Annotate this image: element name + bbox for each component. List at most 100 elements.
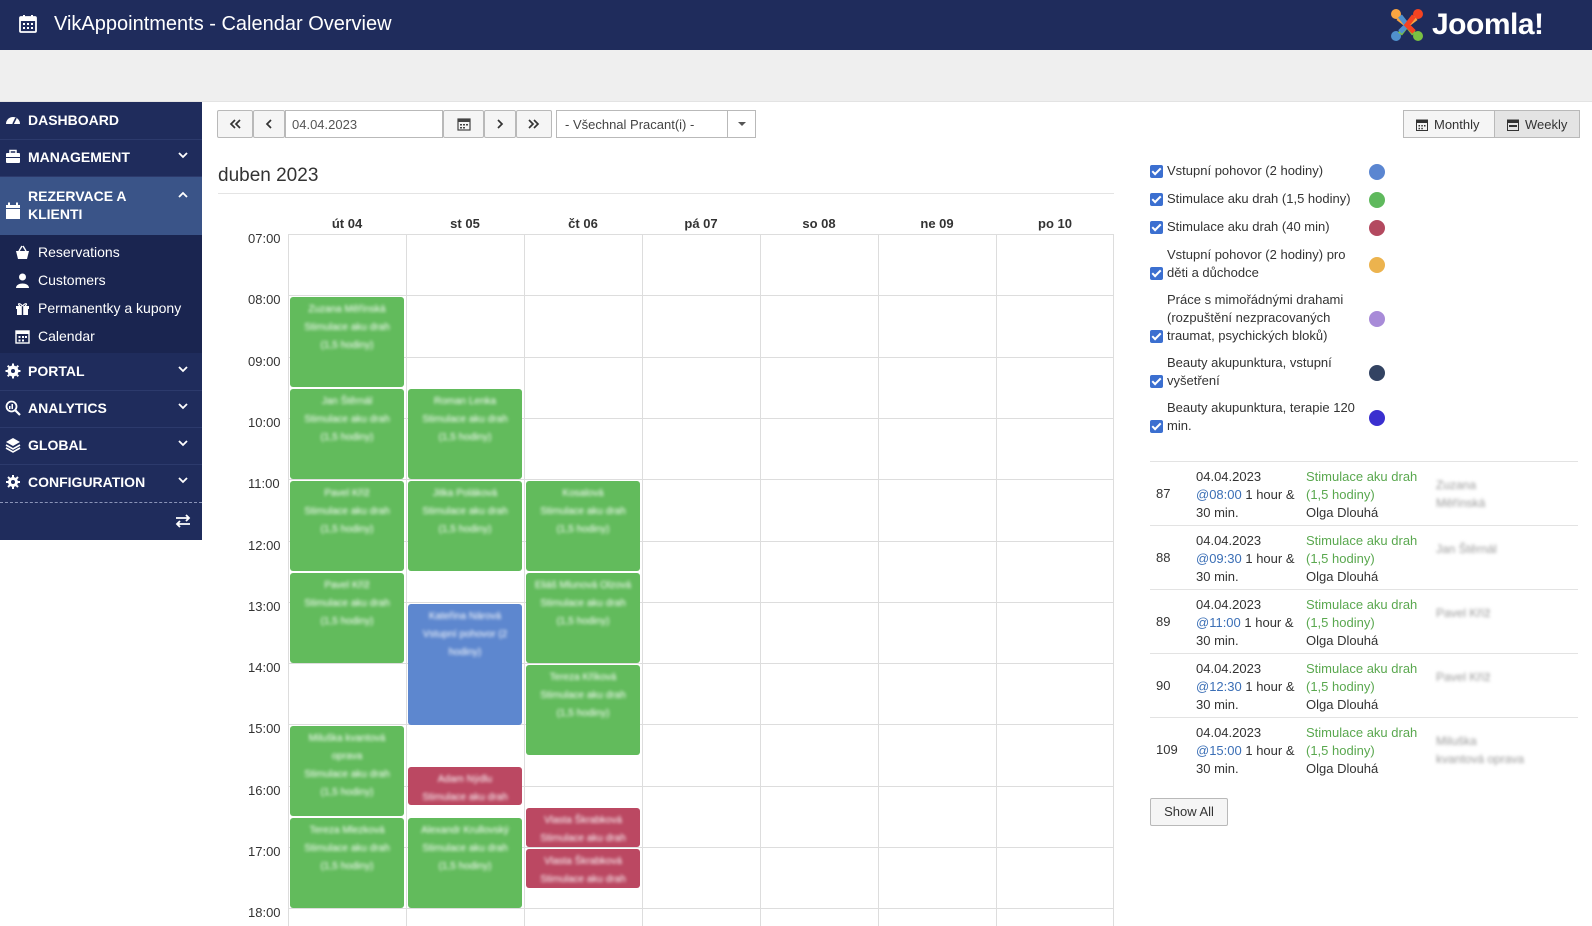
sidebar-subitem-calendar[interactable]: Calendar xyxy=(0,322,202,350)
legend-item: Stimulace aku drah (1,5 hodiny) xyxy=(1150,190,1550,208)
event-text: Zuzana Měřínská xyxy=(308,304,386,315)
event-text: Stimulace aku drah xyxy=(422,414,508,425)
calendar-icon xyxy=(6,202,20,219)
legend-color-dot xyxy=(1369,365,1385,381)
grid-hour-line xyxy=(288,234,1114,235)
appointment-service: Stimulace aku drah (1,5 hodiny) Olga Dlou… xyxy=(1306,724,1434,778)
legend-color-dot xyxy=(1369,257,1385,273)
top-header: VikAppointments - Calendar Overview Joom… xyxy=(0,0,1592,50)
appointment-id[interactable]: 88 xyxy=(1156,550,1170,565)
next-month-button[interactable] xyxy=(516,110,552,138)
sidebar-subitem-reservations[interactable]: Reservations xyxy=(0,238,202,266)
calendar-event[interactable]: Zuzana Měřínská Stimulace aku drah (1,5 ho… xyxy=(290,297,404,387)
appointment-time: @09:30 xyxy=(1196,551,1242,566)
appointment-date: 04.04.2023 xyxy=(1196,597,1262,612)
calendar-event[interactable]: Vlasta Škrabková Stimulace aku drah xyxy=(526,849,640,888)
legend-color-dot xyxy=(1369,164,1385,180)
next-week-button[interactable] xyxy=(484,110,516,138)
table-row[interactable]: 90 04.04.2023 @12:30 1 hour & 30 min. Stimu… xyxy=(1150,653,1578,718)
gift-icon xyxy=(16,303,29,315)
calendar-event[interactable]: Roman Lenka Stimulace aku drah (1,5 hodiny… xyxy=(408,389,522,479)
calendar-event[interactable]: Vlasta Škrabková Stimulace aku drah xyxy=(526,808,640,847)
legend-checkbox[interactable] xyxy=(1150,221,1163,234)
legend-checkbox[interactable] xyxy=(1150,420,1163,433)
calendar-event[interactable]: Miluška kvantová oprava Stimulace aku drah… xyxy=(290,726,404,816)
sidebar-item-rezervace[interactable]: REZERVACE A KLIENTI xyxy=(0,177,202,235)
calendar-icon xyxy=(15,330,30,344)
table-row[interactable]: 87 04.04.2023 @08:00 1 hour & 30 min. Stimu… xyxy=(1150,461,1578,526)
calendar-event[interactable]: Eliáš Mlunová Olzová Stimulace aku drah (1… xyxy=(526,573,640,663)
event-text: Eliáš Mlunová Olzová xyxy=(534,580,632,591)
event-text: Miluška kvantová xyxy=(308,733,386,744)
sidebar-subitem-customers[interactable]: Customers xyxy=(0,266,202,294)
sidebar-item-global[interactable]: GLOBAL xyxy=(0,427,202,465)
weekly-view-button[interactable]: Weekly xyxy=(1494,110,1580,138)
sidebar-item-dashboard[interactable]: DASHBOARD xyxy=(0,102,202,140)
sidebar-item-analytics[interactable]: ANALYTICS xyxy=(0,390,202,428)
sidebar-toggle-icon[interactable] xyxy=(174,512,192,530)
calendar-icon xyxy=(456,118,471,131)
legend-checkbox[interactable] xyxy=(1150,267,1163,280)
chevron-up-icon xyxy=(178,191,188,198)
service-name: Stimulace aku drah (1,5 hodiny) xyxy=(1306,533,1418,566)
legend-checkbox[interactable] xyxy=(1150,165,1163,178)
legend-label: Vstupní pohovor (2 hodiny) pro děti a dů… xyxy=(1167,247,1346,280)
date-picker-button[interactable] xyxy=(443,110,484,138)
table-row[interactable]: 109 04.04.2023 @15:00 1 hour & 30 min. Stim… xyxy=(1150,717,1578,782)
calendar-event[interactable]: Alexandr Krullovský Stimulace aku drah (1,… xyxy=(408,818,522,908)
monthly-view-button[interactable]: Monthly xyxy=(1403,110,1495,138)
event-text: Vlasta Škrabková xyxy=(544,815,622,826)
sidebar-footer xyxy=(0,502,202,540)
time-label: 14:00 xyxy=(248,660,281,675)
legend-checkbox[interactable] xyxy=(1150,193,1163,206)
day-header: so 08 xyxy=(802,216,836,231)
calendar-event[interactable]: Jan Štěrnál Stimulace aku drah (1,5 hodiny… xyxy=(290,389,404,479)
calendar-event[interactable]: Tereza Mlezková Stimulace aku drah (1,5 ho… xyxy=(290,818,404,908)
sidebar-subitem-permanentky[interactable]: Permanentky a kupony xyxy=(0,294,202,322)
event-text: Stimulace aku drah xyxy=(304,598,390,609)
event-text: Tereza Mlezková xyxy=(309,825,385,836)
event-text: Stimulace aku drah xyxy=(422,506,508,517)
calendar-event[interactable]: Kateřina Nárová Vstupní pohovor (2 hodiny) xyxy=(408,604,522,725)
legend-checkbox[interactable] xyxy=(1150,375,1163,388)
legend-color-dot xyxy=(1369,192,1385,208)
event-text: Adam Nýdlu xyxy=(437,774,493,785)
joomla-logo[interactable]: Joomla! xyxy=(1388,6,1570,44)
prev-month-button[interactable] xyxy=(217,110,253,138)
appointment-time: @11:00 xyxy=(1196,615,1241,630)
appointment-id[interactable]: 89 xyxy=(1156,614,1170,629)
legend-color-dot xyxy=(1369,220,1385,236)
calendar-event[interactable]: Adam Nýdlu Stimulace aku drah xyxy=(408,767,522,805)
appointment-id[interactable]: 87 xyxy=(1156,486,1170,501)
event-text: Stimulace aku drah xyxy=(540,690,626,701)
sidebar-subitem-label: Reservations xyxy=(38,244,120,260)
calendar-event[interactable]: Pavel Kříž Stimulace aku drah (1,5 hodiny) xyxy=(290,481,404,571)
legend-color-dot xyxy=(1369,410,1385,426)
grid-column-divider xyxy=(406,234,407,926)
calendar-event[interactable]: Pavel Kříž Stimulace aku drah (1,5 hodiny) xyxy=(290,573,404,663)
date-input[interactable] xyxy=(285,110,443,138)
show-all-button[interactable]: Show All xyxy=(1150,798,1228,826)
employee-select[interactable]: - Všechnal Pracant(i) - xyxy=(556,110,756,138)
table-row[interactable]: 88 04.04.2023 @09:30 1 hour & 30 min. Stimu… xyxy=(1150,525,1578,590)
user-icon xyxy=(16,273,29,288)
calendar-event[interactable]: Jitka Poláková Stimulace aku drah (1,5 hod… xyxy=(408,481,522,571)
appointment-date: 04.04.2023 xyxy=(1196,725,1262,740)
sidebar-item-label: GLOBAL xyxy=(28,437,88,453)
weekly-view-label: Weekly xyxy=(1525,117,1568,132)
legend-checkbox[interactable] xyxy=(1150,330,1163,343)
sidebar-item-management[interactable]: MANAGEMENT xyxy=(0,139,202,177)
sidebar-item-portal[interactable]: PORTAL xyxy=(0,353,202,391)
calendar-event[interactable]: Kosalová Stimulace aku drah (1,5 hodiny) xyxy=(526,481,640,571)
prev-week-button[interactable] xyxy=(253,110,285,138)
event-text: Pavel Kříž xyxy=(324,580,370,591)
briefcase-icon xyxy=(6,149,20,163)
appointment-id[interactable]: 90 xyxy=(1156,678,1170,693)
appointment-service: Stimulace aku drah (1,5 hodiny) Olga Dlou… xyxy=(1306,532,1434,586)
table-row[interactable]: 89 04.04.2023 @11:00 1 hour & 30 min. Stimu… xyxy=(1150,589,1578,654)
sidebar-item-configuration[interactable]: CONFIGURATION xyxy=(0,464,202,502)
event-text: Stimulace aku drah xyxy=(304,843,390,854)
day-header: ne 09 xyxy=(920,216,954,231)
appointment-id[interactable]: 109 xyxy=(1156,742,1178,757)
calendar-event[interactable]: Tereza Kříková Stimulace aku drah (1,5 hod… xyxy=(526,665,640,755)
